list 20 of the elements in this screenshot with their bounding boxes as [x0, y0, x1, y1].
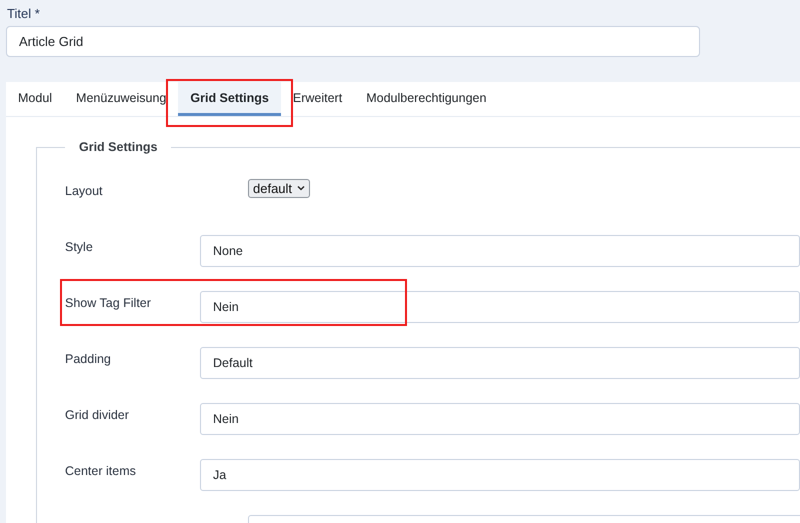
select-field[interactable]: None	[200, 235, 800, 267]
tab[interactable]: Erweitert	[280, 82, 354, 116]
select-field[interactable]: Nein	[200, 291, 800, 323]
field-label: Center items	[65, 464, 137, 478]
select-field[interactable]: Nein	[200, 403, 800, 435]
field-label: Layout	[65, 184, 104, 198]
select-field[interactable]: Default	[200, 347, 800, 379]
tab[interactable]: Modulberechtigungen	[354, 82, 498, 116]
tab[interactable]: Modul	[6, 82, 64, 116]
dropdown[interactable]: default	[248, 178, 310, 198]
fieldset-legend: Grid Settings	[65, 140, 172, 154]
field-label: Show Tag Filter	[65, 296, 152, 310]
tab[interactable]: Grid Settings	[178, 82, 281, 116]
field-label: Titel *	[6, 5, 41, 22]
field-label: Padding	[65, 352, 112, 366]
title-input[interactable]: Article Grid	[6, 26, 700, 57]
select-field[interactable]: Ja	[200, 459, 800, 491]
field-label: Style	[65, 240, 94, 254]
field-label: Grid divider	[65, 408, 130, 422]
tab[interactable]: Menüzuweisung	[64, 82, 178, 116]
